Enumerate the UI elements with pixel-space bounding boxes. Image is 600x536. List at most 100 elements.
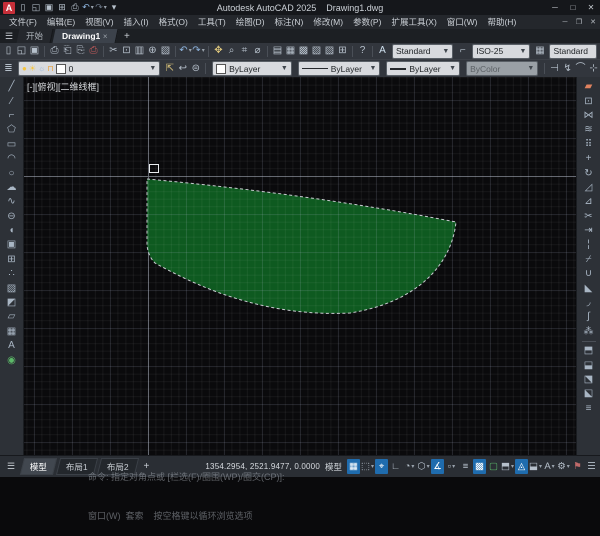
ellipse-arc-icon[interactable]: ◖ xyxy=(4,224,20,238)
polygon-icon[interactable]: ⬠ xyxy=(4,123,20,137)
help-icon[interactable]: ? xyxy=(356,45,369,58)
layer-freeze-icon[interactable]: ☀ xyxy=(29,64,36,73)
cut-icon[interactable]: ✂ xyxy=(107,45,120,58)
menu-item-10[interactable]: 扩展工具(X) xyxy=(386,15,441,29)
send-to-back-icon[interactable]: ⬓ xyxy=(581,358,597,372)
zoom-realtime-icon[interactable]: ⌕ xyxy=(225,45,238,58)
dynamic-ucs-icon[interactable]: ⬓▾ xyxy=(529,459,542,474)
dynamic-input-icon[interactable]: ⌖ xyxy=(375,459,388,474)
make-object-layer-current-icon[interactable]: ⇱ xyxy=(163,62,176,75)
text-style-icon[interactable]: A xyxy=(376,45,389,58)
doc-close-icon[interactable]: ✕ xyxy=(586,16,600,28)
dim-style-combo[interactable]: ISO-25▼ xyxy=(472,44,530,59)
draw-order-icon[interactable]: ≡ xyxy=(581,402,597,416)
selection-cycling-icon[interactable]: ▢ xyxy=(487,459,500,474)
qat-undo-icon[interactable]: ↶▾ xyxy=(82,2,94,14)
viewport-controls-label[interactable]: [-][俯视][二维线框] xyxy=(27,80,99,93)
designcenter-icon[interactable]: ▦ xyxy=(284,45,297,58)
tab-close-icon[interactable]: × xyxy=(103,32,108,41)
menu-item-4[interactable]: 格式(O) xyxy=(154,15,193,29)
file-tabs-menu-icon[interactable]: ☰ xyxy=(0,29,18,43)
zoom-window-icon[interactable]: ⌗ xyxy=(238,45,251,58)
qat-new-icon[interactable]: ▯ xyxy=(17,2,29,14)
sheet-set-manager-icon[interactable]: ▧ xyxy=(310,45,323,58)
menu-item-9[interactable]: 参数(P) xyxy=(348,15,386,29)
qat-save-as-icon[interactable]: ⊞ xyxy=(56,2,68,14)
menu-item-3[interactable]: 插入(I) xyxy=(119,15,154,29)
3d-object-snap-icon[interactable]: ⬒▾ xyxy=(501,459,514,474)
redo-icon[interactable]: ↷▾ xyxy=(192,45,205,58)
lineweight-display-icon[interactable]: ≡ xyxy=(459,459,472,474)
paste-icon[interactable]: ▥ xyxy=(133,45,146,58)
table-style-icon[interactable]: ▦ xyxy=(533,45,546,58)
point-icon[interactable]: ∴ xyxy=(4,267,20,281)
workspace-switching-icon[interactable]: ⚙▾ xyxy=(557,459,570,474)
menu-item-11[interactable]: 窗口(W) xyxy=(442,15,483,29)
drawing-canvas[interactable]: [-][俯视][二维线框] xyxy=(24,77,576,455)
extend-icon[interactable]: ⇥ xyxy=(581,224,597,238)
paste-as-block-icon[interactable]: ▧ xyxy=(159,45,172,58)
zoom-previous-icon[interactable]: ⌀ xyxy=(251,45,264,58)
erase-icon[interactable]: ▰ xyxy=(581,80,597,94)
match-properties-icon[interactable]: ⊣ xyxy=(548,62,561,75)
annotation-monitor-icon[interactable]: ⚑ xyxy=(571,459,584,474)
copy-with-base-point-icon[interactable]: ⊕ xyxy=(146,45,159,58)
annotation-visibility-icon[interactable]: ◬ xyxy=(515,459,528,474)
layer-states-icon[interactable]: ⊜ xyxy=(189,62,202,75)
send-under-objects-icon[interactable]: ⬕ xyxy=(581,387,597,401)
quick-calc-icon[interactable]: ⊞ xyxy=(336,45,349,58)
layout-menu-icon[interactable]: ☰ xyxy=(2,460,20,474)
linetype-combo[interactable]: ByLayer ▼ xyxy=(298,61,381,76)
layer-previous-icon[interactable]: ↩ xyxy=(176,62,189,75)
offset-icon[interactable]: ≋ xyxy=(581,123,597,137)
rectangle-icon[interactable]: ▭ xyxy=(4,138,20,152)
create-block-icon[interactable]: ⊞ xyxy=(4,253,20,267)
undo-icon[interactable]: ↶▾ xyxy=(179,45,192,58)
quick-select-icon[interactable]: ↯ xyxy=(561,62,574,75)
trim-icon[interactable]: ✂ xyxy=(581,210,597,224)
blend-curves-icon[interactable]: ∫ xyxy=(581,310,597,324)
table-icon[interactable]: ▦ xyxy=(4,325,20,339)
curve-tool-icon[interactable]: ⌒ xyxy=(574,62,587,75)
open-icon[interactable]: ◱ xyxy=(15,45,28,58)
save-icon[interactable]: ▣ xyxy=(28,45,41,58)
polyline-icon[interactable]: ⌐ xyxy=(4,109,20,123)
circle-icon[interactable]: ○ xyxy=(4,166,20,180)
color-combo[interactable]: ByLayer ▼ xyxy=(212,61,292,76)
join-icon[interactable]: ∪ xyxy=(581,267,597,281)
qat-save-icon[interactable]: ▣ xyxy=(43,2,55,14)
snap-mode-icon[interactable]: ⬚▾ xyxy=(361,459,374,474)
lineweight-combo[interactable]: ByLayer ▼ xyxy=(386,61,460,76)
region-icon[interactable]: ▱ xyxy=(4,310,20,324)
tool-palettes-icon[interactable]: ▩ xyxy=(297,45,310,58)
menu-item-8[interactable]: 修改(M) xyxy=(308,15,348,29)
plot-preview-icon[interactable]: ⎗ xyxy=(61,45,74,58)
menu-item-5[interactable]: 工具(T) xyxy=(193,15,231,29)
window-close-icon[interactable]: ✕ xyxy=(582,1,600,15)
layout1-tab[interactable]: 布局1 xyxy=(56,458,98,475)
line-icon[interactable]: ╱ xyxy=(4,80,20,94)
layer-vp-freeze-icon[interactable]: ☼ xyxy=(38,64,45,73)
stretch-icon[interactable]: ⊿ xyxy=(581,195,597,209)
menu-item-12[interactable]: 帮助(H) xyxy=(482,15,521,29)
ellipse-icon[interactable]: ⊖ xyxy=(4,210,20,224)
layer-properties-manager-icon[interactable]: ≣ xyxy=(2,62,15,75)
ortho-mode-icon[interactable]: ∟ xyxy=(389,459,402,474)
chamfer-icon[interactable]: ◣ xyxy=(581,281,597,295)
menu-item-0[interactable]: 文件(F) xyxy=(4,15,42,29)
new-layout-button[interactable]: + xyxy=(138,461,154,472)
publish-icon[interactable]: ⎘ xyxy=(74,45,87,58)
polar-tracking-icon[interactable]: ◔▾ xyxy=(403,459,416,474)
window-minimize-icon[interactable]: ─ xyxy=(546,1,564,15)
revision-cloud-icon[interactable]: ☁ xyxy=(4,181,20,195)
qat-customize-icon[interactable]: ▾ xyxy=(108,2,120,14)
customization-icon[interactable]: ☰ xyxy=(585,459,598,474)
menu-item-2[interactable]: 视图(V) xyxy=(80,15,118,29)
explode-icon[interactable]: ⁂ xyxy=(581,325,597,339)
batch-plot-icon[interactable]: ⎙ xyxy=(87,45,100,58)
scale-icon[interactable]: ◿ xyxy=(581,181,597,195)
object-snap-icon[interactable]: ▫▾ xyxy=(445,459,458,474)
isometric-drafting-icon[interactable]: ⬡▾ xyxy=(417,459,430,474)
insert-block-icon[interactable]: ▣ xyxy=(4,238,20,252)
copy-icon[interactable]: ⊡ xyxy=(581,94,597,108)
